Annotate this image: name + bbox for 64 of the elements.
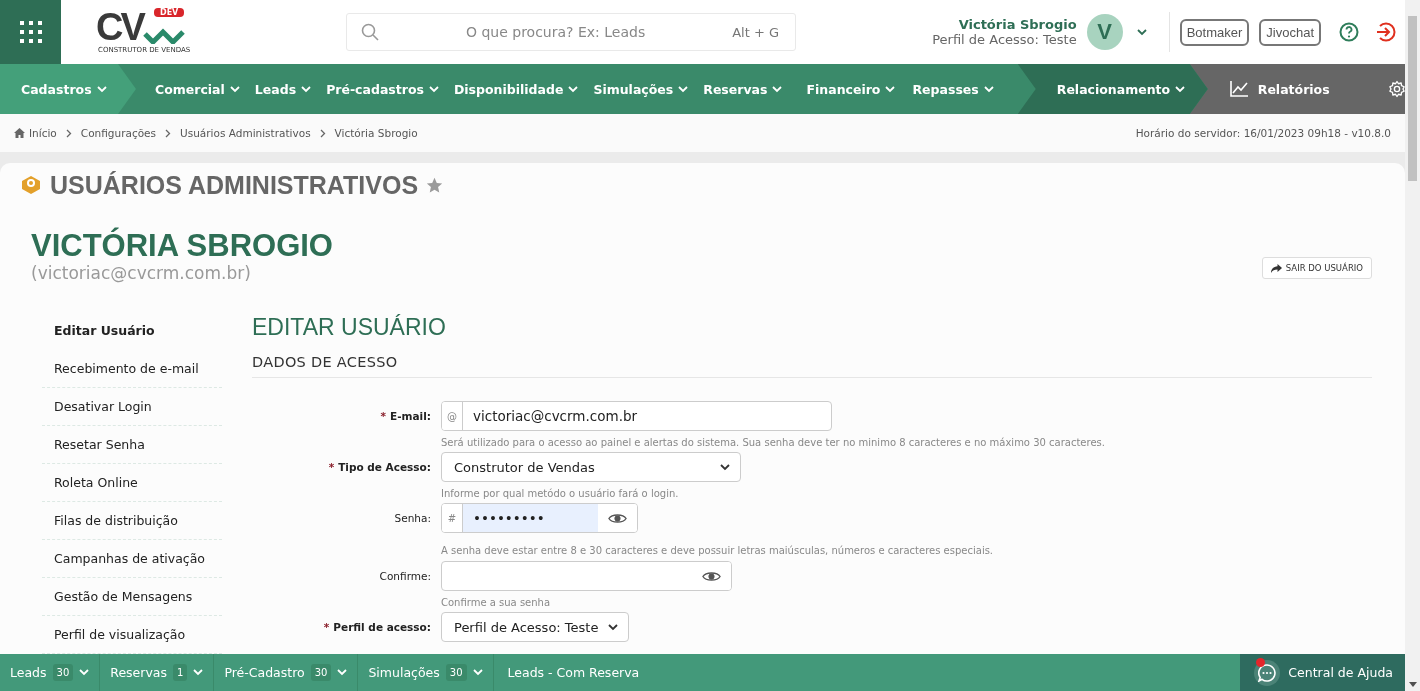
sidebar-item[interactable]: Desativar Login [42,396,222,417]
email-input[interactable]: victoriac@cvcrm.com.br [463,402,831,430]
field-label: Senha: [393,512,431,524]
breadcrumb-link[interactable]: Configurações [80,127,157,139]
breadcrumb-link[interactable]: Início [14,127,57,139]
sidebar-item[interactable]: Resetar Senha [42,434,222,455]
field-label: Confirme: [378,570,431,582]
sidebar-item[interactable]: Perfil de visualização [42,624,222,645]
help-text: A senha deve estar entre 8 e 30 caracteres e deve possuir letras maiúsculas, números e caracteres especiais. [441,545,995,556]
help-text: Informe por qual metódo o usuário fará o login. [441,488,680,499]
server-time: Horário do servidor: 16/01/2023 09h18 - v10.8.0 [1135,127,1391,139]
nav-menu-item[interactable]: Leads [254,81,312,97]
dropdown[interactable]: Perfil de Acesso: Teste [441,612,630,642]
nav-menu-item[interactable]: Relacionamento [1056,81,1186,97]
sidebar-item[interactable]: Roleta Online [42,472,222,493]
user-avatar[interactable]: V [1086,14,1123,50]
dropdown[interactable]: Construtor de Vendas [441,452,741,482]
breadcrumb-link[interactable]: Usuários Administrativos [180,127,311,139]
keyboard-shortcut: Alt + G [732,24,779,40]
nav-menu-item[interactable]: Simulações [593,81,689,97]
sidebar-item[interactable]: Editar Usuário [42,320,222,341]
nav-menu-item[interactable]: Pré-cadastros [326,81,439,97]
footer-tab[interactable]: Simulações 30 [358,654,494,691]
field-label: * Perfil de acesso: [322,621,431,633]
reports-link[interactable]: Relatórios [1229,81,1330,97]
field-label: * Tipo de Acesso: [327,461,431,473]
sidebar-item[interactable]: Recebimento de e-mail [42,358,222,379]
help-text: Confirme a sua senha [441,597,552,608]
help-text: Será utilizado para o acesso ao painel e alertas do sistema. Sua senha deve ter no minimo 8 caracteres e no máximo 30 caracteres. [441,437,1106,448]
user-profile: Perfil de Acesso: Teste [932,32,1077,47]
footer-tab[interactable]: Leads 30 [0,654,101,691]
search-field[interactable]: O que procura? Ex: Leads Alt + G [346,13,796,51]
logout-user-button[interactable]: SAIR DO USUÁRIO [1261,257,1372,279]
user-name: Victória Sbrogio [958,17,1077,32]
email-field[interactable]: @ victoriac@cvcrm.com.br [441,401,832,431]
chat-button[interactable]: Jivochat [1259,18,1321,46]
logo-wordmark: CV [96,10,143,44]
count-badge: 30 [445,664,467,681]
user-full-name: VICTÓRIA SBROGIO [31,229,333,263]
nav-menu-item[interactable]: Repasses [912,81,994,97]
sidebar-item[interactable]: Gestão de Mensagens [42,586,222,607]
footer-tab[interactable]: Reservas 1 [100,654,215,691]
form-title: EDITAR USUÁRIO [252,314,447,340]
logo-badge: DEV [154,8,185,17]
nav-menu-item[interactable]: Financeiro [806,81,896,97]
sidebar-item[interactable]: Campanhas de ativação [42,548,222,569]
section-title: DADOS DE ACESSO [252,340,1372,378]
chat-button[interactable]: Botmaker [1179,18,1250,46]
nav-menu-item[interactable]: Reservas [703,81,783,97]
nav-menu-item[interactable]: Disponibilidade [453,81,579,97]
count-badge: 30 [310,664,332,681]
breadcrumb-link[interactable]: Victória Sbrogio [334,127,418,139]
field-label: * E-mail: [379,410,431,422]
help-center-button[interactable]: Central de Ajuda [1240,654,1405,691]
count-badge: 1 [173,664,188,681]
nav-menu-item[interactable]: Comercial [155,81,240,97]
password-input[interactable]: ••••••••• [463,504,598,532]
sidebar-item[interactable]: Filas de distribuição [42,510,222,531]
user-email: (victoriac@cvcrm.com.br) [31,263,252,283]
page-title: USUÁRIOS ADMINISTRATIVOS [50,170,419,200]
count-badge: 30 [52,664,74,681]
search-input[interactable]: O que procura? Ex: Leads [379,23,733,41]
footer-tab[interactable]: Pré-Cadastro 30 [214,654,359,691]
password-field[interactable]: # ••••••••• [441,503,638,533]
